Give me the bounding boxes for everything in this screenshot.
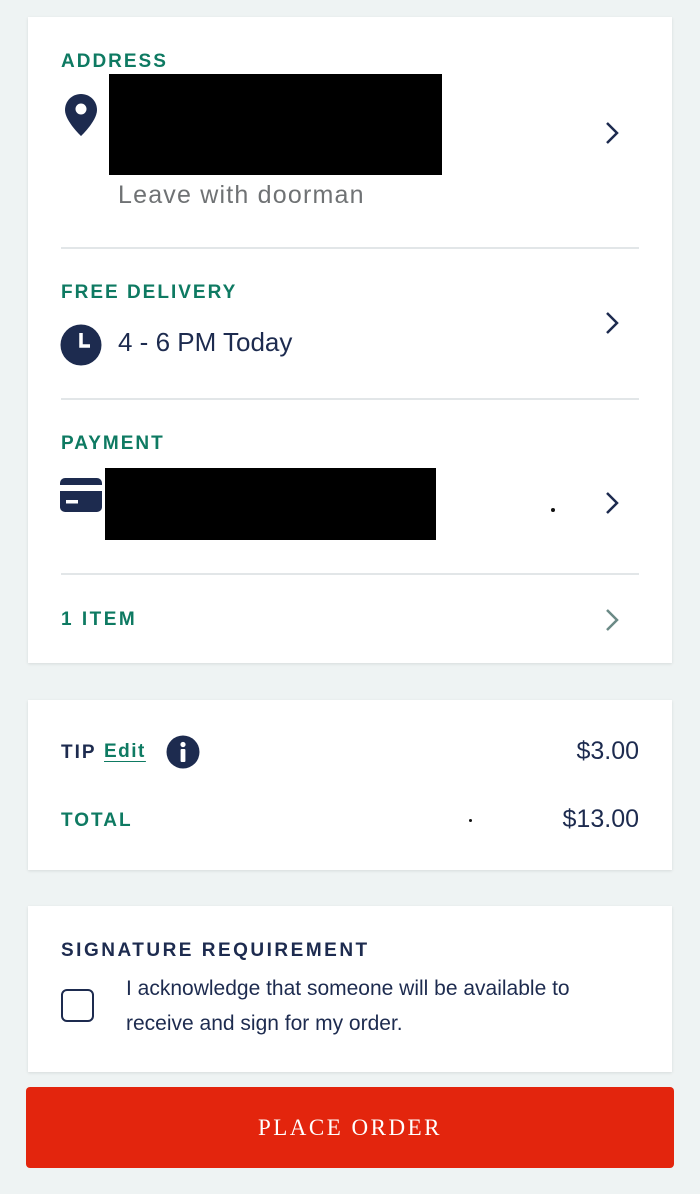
payment-row[interactable]: PAYMENT [28,400,672,573]
signature-card: SIGNATURE REQUIREMENT I acknowledge that… [28,906,672,1072]
signature-text-line2: receive and sign for my order. [126,1012,403,1035]
delivery-row[interactable]: FREE DELIVERY 4 - 6 PM Today [28,249,672,399]
delivery-label: FREE DELIVERY [61,282,238,303]
signature-heading: SIGNATURE REQUIREMENT [61,940,370,961]
tip-edit-link[interactable]: Edit [104,741,146,763]
credit-card-icon [60,478,102,512]
delivery-instructions: Leave with doorman [118,181,365,209]
chevron-right-icon[interactable] [602,489,622,517]
signature-checkbox[interactable] [61,989,94,1022]
address-row[interactable]: ADDRESS Leave with doorman [28,17,672,249]
total-label: TOTAL [61,810,133,831]
order-details-card: ADDRESS Leave with doorman FREE DELIVERY… [28,17,672,663]
tip-label: TIP [61,742,97,763]
redacted-card [105,468,436,540]
place-order-button[interactable]: PLACE ORDER [26,1087,674,1168]
chevron-right-icon[interactable] [602,119,622,147]
delivery-window: 4 - 6 PM Today [118,327,293,357]
map-pin-icon [65,94,97,136]
total-value: $13.00 [562,805,639,833]
redacted-address [109,74,442,175]
payment-label: PAYMENT [61,433,165,454]
chevron-right-icon[interactable] [602,606,622,634]
tip-value: $3.00 [576,737,639,765]
chevron-right-icon[interactable] [602,309,622,337]
clock-icon [60,324,102,366]
info-icon[interactable] [166,735,200,769]
totals-card: TIP Edit $3.00 TOTAL $13.00 [28,700,672,870]
dot [469,819,472,822]
dot [551,508,555,512]
signature-text-line1: I acknowledge that someone will be avail… [126,977,570,1000]
address-label: ADDRESS [61,51,168,72]
items-row[interactable]: 1 ITEM [28,575,672,663]
items-label: 1 ITEM [61,609,138,630]
